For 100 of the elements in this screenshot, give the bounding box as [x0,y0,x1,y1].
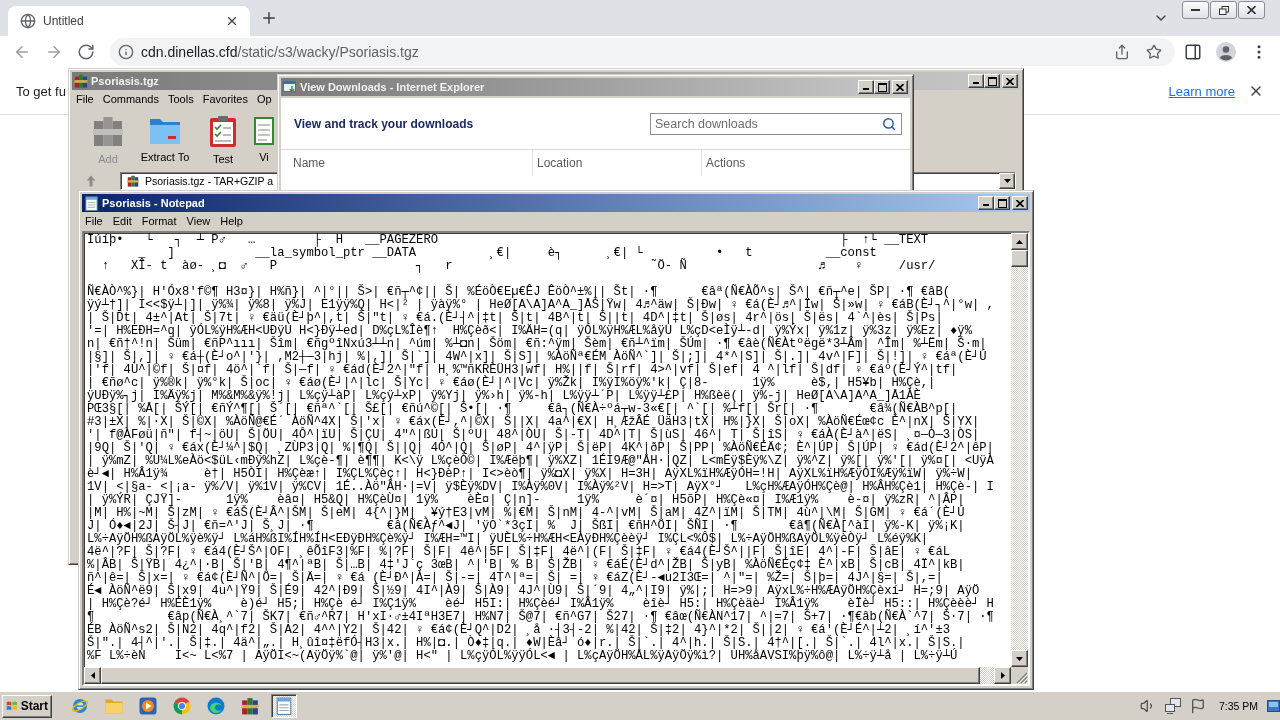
menu-item[interactable]: Format [141,215,177,227]
info-text: To get fu [16,83,66,99]
close-icon[interactable] [225,14,239,28]
text-line: ↑ XÎ- t àø- ¸◘ ♂ P ┐ r ˜Ö- Ñ ♬ ♀ /usr/ [100,260,936,273]
folder-icon [105,698,123,714]
scroll-right-button[interactable] [994,667,1011,684]
minimize-icon [863,88,869,90]
scroll-up-button[interactable] [1011,233,1028,250]
scroll-down-button[interactable] [1011,650,1028,667]
maximize-button[interactable] [994,196,1010,210]
text-line: Š|".| 4┤^|'.| Š|‡.| 4ä^|„.| H¸ûî¤‡ëfÓ┤H3|x.| H%|◘.| Ò♦‡|q.| ♦W|Èâ┘ ó♦|r.| Š|`.| 4^|h.| Š|S.| 4†^|[.| Š|`.| 4l^|x.| Š|S.| [87,637,965,650]
search-field[interactable]: Search downloads [650,112,902,135]
books-icon [241,697,259,715]
address-bar[interactable]: cdn.dinellas.cfd/static/s3/wacky/Psoriasis.tgz [110,38,1175,66]
taskbar-app-button[interactable] [271,694,297,718]
window-title: View Downloads - Internet Explorer [300,81,485,93]
column-header[interactable]: Location [533,150,702,176]
swirl-logo-icon [207,697,225,715]
learn-more-link[interactable]: Learn more [1168,83,1235,99]
column-header[interactable]: Actions [702,150,902,176]
triangle-left-icon [90,672,95,679]
close-icon [1006,77,1014,85]
tab-title: Untitled [43,14,85,28]
folder-icon [149,117,181,145]
scroll-thumb[interactable] [1011,250,1028,267]
flag-logo-icon [6,699,18,713]
info-icon[interactable] [118,44,134,60]
maximize-icon [877,82,887,92]
menu-item[interactable]: File [76,93,94,105]
books-icon [127,175,139,187]
downloads-heading: View and track your downloads [294,116,474,131]
text-line: è┘◄| H%Â1ÿ¾ è†| H5ÒI| H%Çèæ↑| I%ÇL%Çèç↑| H<}ÐèP↑| I<>èò¶| ÿ%◘X| ÿ%X| H=3H| AÿXL%ïH%ÆÿÓH=!H| AÿXL%ïH%ÆÿÓI%Æÿ%ïW| ÿ%÷W| [87,468,972,481]
window-icon [283,80,297,94]
profile-icon[interactable] [1216,42,1236,62]
close-button[interactable] [1238,1,1265,19]
books-icon [74,74,88,88]
circle-logo-icon [173,697,191,715]
plus-icon[interactable] [260,9,278,27]
clipboard-icon [209,115,237,147]
menu-item[interactable]: Tools [168,93,194,105]
network-icon[interactable] [1164,698,1181,714]
minimize-button[interactable] [1182,1,1209,19]
window-title: Psoriasis.tgz [91,75,159,87]
flag-icon[interactable] [1189,698,1206,714]
path-text: Psoriasis.tgz - TAR+GZIP a [145,175,274,187]
maximize-icon [987,76,997,86]
dropdown-arrow-icon [1003,179,1011,183]
size-grip-icon[interactable] [1016,672,1028,684]
maximize-icon [997,198,1007,208]
menu-item[interactable]: Help [220,215,243,227]
toolbar-button[interactable]: Test [194,110,252,170]
text-line: É◄ ÀöÑ^ë9| Š|x9| 4u^|Ÿ9| Š|É9| 42^|Ð9| Š|½9| 4I^|À9| Š|À9| 4J^|Ù9| Š|´9| 4„^|I9| ÿ%|;| H=>9| AÿxL%÷H%ÆAÿÖH%Çèxí┘ H=;9| AÿÖ [87,585,980,598]
menu-item[interactable]: Edit [112,215,132,227]
close-icon [1247,6,1256,14]
text-line: Ïúíþ• └ ┐ ┴ P♂ … ├ H __PAGEZERO ├ ↑└ __TEXT [87,234,929,247]
text-line: |9Q| Š|'Q| ♀ €áx(È┘¼^|$Q| ¸ZÙP3|Q| %|¶Q| Š||Q| 4Ó^|Q| Š|øP| 4^|ÿP| Š|ëP| 4K^|ðP| Š|PP| %ÀöÑ€ÉÄ¢; È^|ÚP| Š|ÚP| ♀ €ád(È┘2^|êP| [87,442,994,455]
dropdown-button[interactable] [999,173,1015,189]
up-arrow-icon [86,175,96,187]
text-line: 1V| <|§a- <|¡a- ÿ%/V| ÿ%1V| ÿ%CV| 1É..Àö"ÂH·|=V| ÿ$Èÿ%DV| I%Àÿ%0V| I%Àÿ%²V| H=>T| AÿX°┘ L%çH%ÆAÿÓH%Çè@| H%ÂH%Çè1| H%Çè-| I [87,481,994,494]
triangle-up-icon [1016,239,1023,244]
triangle-right-icon [1000,672,1005,679]
menu-item[interactable]: Commands [102,93,159,105]
browser-tab[interactable]: Untitled [8,6,250,36]
menu-item[interactable]: View [186,215,211,227]
close-icon [896,83,904,91]
reload-icon[interactable] [77,43,95,61]
globe-icon [20,13,36,29]
search-icon[interactable] [882,116,896,131]
menu-item[interactable]: Op [256,93,272,105]
share-icon[interactable] [1114,44,1130,60]
scroll-left-button[interactable] [84,667,101,684]
restore-icon [1218,5,1229,15]
notepad-icon [84,195,99,211]
window-title: Psoriasis - Notepad [102,197,205,209]
toolbar-button[interactable]: Vi [252,110,276,170]
menu-item[interactable]: Favorites [202,93,248,105]
vertical-scrollbar[interactable] [1011,233,1028,667]
forward-arrow-icon[interactable] [45,43,63,61]
notepad-icon [275,697,293,715]
minimize-icon [983,204,989,206]
clock-text: 7:35 PM [1218,700,1258,712]
side-panel-icon[interactable] [1184,43,1202,61]
text-line: %F L%÷èN I<~ L<%7 | AÿÖI<~(AÿÖÿ%`@| ÿ%'@| H<" | L%çÿÓL%ÿÿÓL<◄ | L%çAÿÖH%ÅL%ÿAÿÖÿ%ì?| UH%åAVSI%þÿ%ô@| L%÷ÿ┴å | L%÷ÿ┴Ú [87,650,958,663]
document-icon [254,117,274,145]
maximize-button[interactable] [874,80,890,94]
star-icon[interactable] [1146,44,1162,60]
close-icon [1016,199,1024,207]
text-line: | €ñø^c| ÿ%®k| ÿ%°k| Š|oc| ♀ €áø(È┘|^|lc| Š|Yc| ♀ €áø(È┘|^|Vc| ÿ%Žk| I%ÿI%öÿ%'k| Ç|8- 1ÿ% è$,| H5¥b| H%Çè,| [87,377,936,390]
column-header[interactable]: Name [289,150,533,176]
url-text: cdn.dinellas.cfd/static/s3/wacky/Psoriasis.tgz [141,44,419,60]
restore-button[interactable] [1210,1,1237,19]
show-desktop-icon[interactable] [1267,700,1280,712]
play-icon [139,697,157,715]
start-button[interactable]: Start [2,694,52,718]
menu-item[interactable]: File [85,215,103,227]
minimize-icon [973,82,979,84]
ring-logo-icon [71,697,89,715]
maximize-button[interactable] [984,74,1000,88]
toolbar-button[interactable]: Extract To [136,110,194,170]
triangle-down-icon [1016,656,1023,661]
